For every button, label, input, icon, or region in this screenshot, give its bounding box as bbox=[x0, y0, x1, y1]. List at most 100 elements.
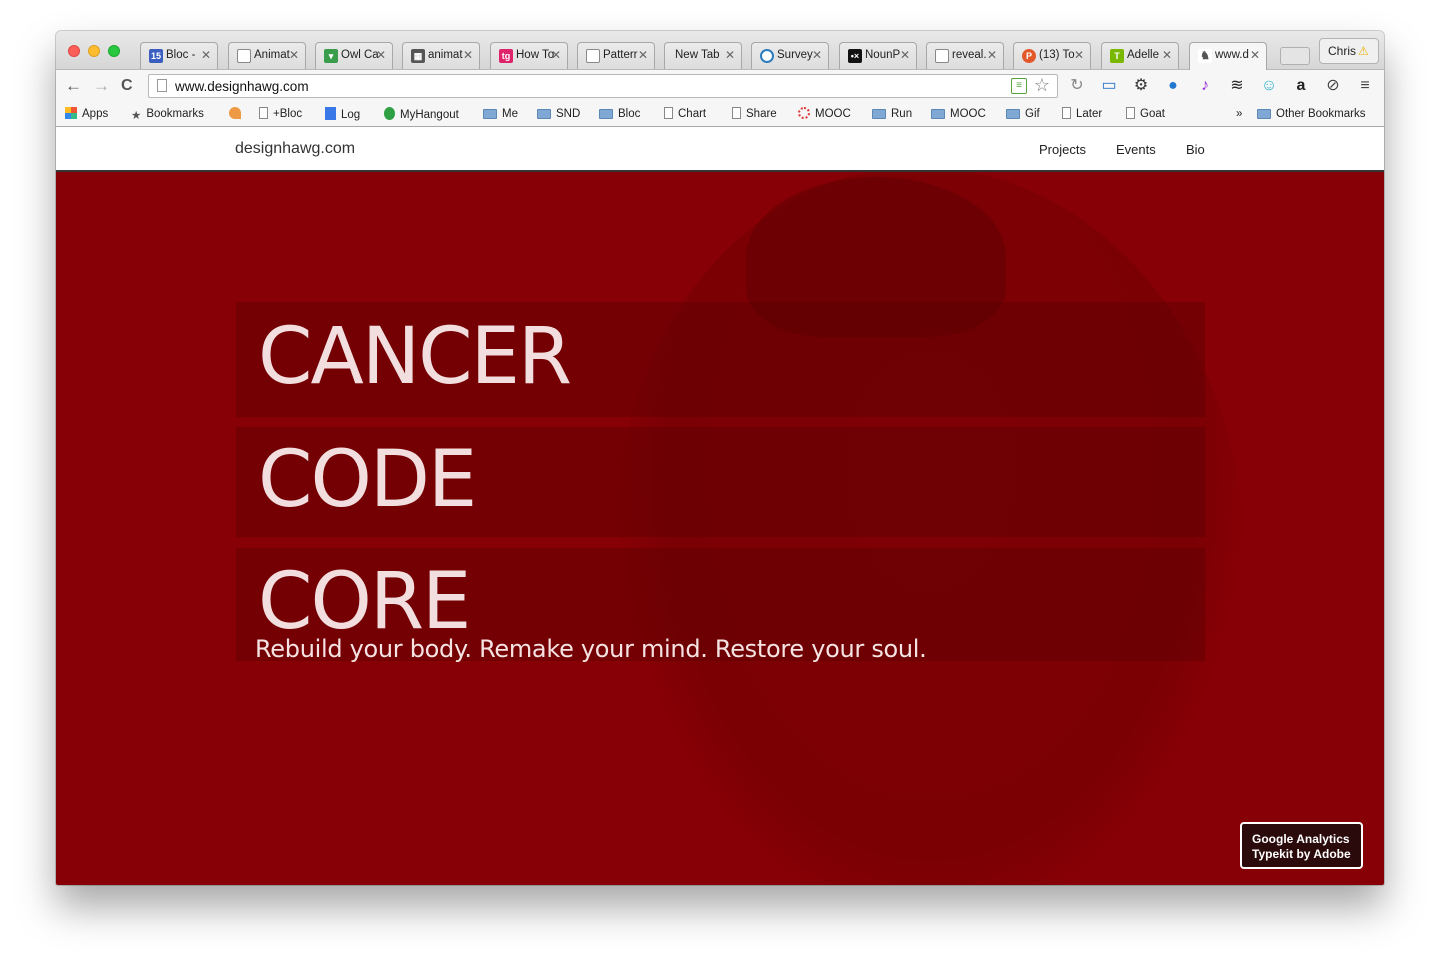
extension-gear-icon[interactable]: ⚙ bbox=[1131, 76, 1151, 96]
rss-icon[interactable]: ≡ bbox=[1011, 78, 1027, 94]
bookmark-label: Bloc bbox=[618, 108, 641, 120]
tab-animat[interactable]: Animat ✕ bbox=[228, 42, 306, 69]
bookmark-folder-mooc[interactable]: MOOC bbox=[931, 107, 986, 122]
tab-noun-project[interactable]: •× NounP ✕ bbox=[839, 42, 917, 69]
headline-cancer: CANCER bbox=[258, 312, 572, 402]
bookmark-hangouts[interactable] bbox=[229, 107, 246, 122]
bookmark-other-bookmarks[interactable]: Other Bookmarks bbox=[1257, 107, 1365, 122]
extension-globe-icon[interactable]: ● bbox=[1163, 76, 1183, 96]
bookmark-folder-run[interactable]: Run bbox=[872, 107, 912, 122]
close-tab-icon[interactable]: ✕ bbox=[987, 48, 997, 62]
extension-ghostery-icon[interactable]: ☺ bbox=[1259, 76, 1279, 96]
tab-adelle[interactable]: T Adelle ✕ bbox=[1101, 42, 1179, 69]
bookmark-share[interactable]: Share bbox=[732, 107, 777, 122]
menu-icon[interactable]: ≡ bbox=[1355, 76, 1375, 96]
tab-survey[interactable]: Survey ✕ bbox=[751, 42, 829, 69]
tab-reveal[interactable]: reveal. ✕ bbox=[926, 42, 1004, 69]
bookmark-bookmarks[interactable]: ★ Bookmarks bbox=[131, 107, 204, 124]
tab-designhawg[interactable]: ♞ www.d ✕ bbox=[1189, 42, 1267, 70]
web-page: designhawg.com Projects Events Bio CANCE… bbox=[56, 127, 1384, 885]
nav-bio-link[interactable]: Bio bbox=[1186, 142, 1205, 157]
bookmark-mooc-site[interactable]: MOOC bbox=[798, 107, 851, 122]
close-tab-icon[interactable]: ✕ bbox=[812, 48, 822, 62]
bookmarks-overflow-chevron[interactable]: » bbox=[1236, 107, 1242, 122]
bookmark-folder-snd[interactable]: SND bbox=[537, 107, 580, 122]
tab-owl-carousel[interactable]: ▾ Owl Ca ✕ bbox=[315, 42, 393, 69]
credit-typekit: Typekit by Adobe bbox=[1252, 847, 1351, 861]
tab-label: How To bbox=[516, 49, 554, 61]
forward-button[interactable]: → bbox=[93, 75, 110, 97]
bookmark-myhangout[interactable]: MyHangout bbox=[384, 107, 459, 123]
credits-badge[interactable]: Google Analytics Typekit by Adobe bbox=[1240, 822, 1363, 869]
close-tab-icon[interactable]: ✕ bbox=[201, 48, 211, 62]
bookmark-folder-gif[interactable]: Gif bbox=[1006, 107, 1040, 122]
close-tab-icon[interactable]: ✕ bbox=[638, 48, 648, 62]
new-tab-button[interactable] bbox=[1280, 47, 1310, 65]
extension-compass-icon[interactable]: ⊘ bbox=[1323, 76, 1343, 96]
bookmark-apps[interactable]: Apps bbox=[65, 107, 108, 122]
tab-patterns[interactable]: Patterr ✕ bbox=[577, 42, 655, 69]
nav-projects-link[interactable]: Projects bbox=[1039, 142, 1086, 157]
back-button[interactable]: ← bbox=[65, 75, 82, 97]
profile-name: Chris bbox=[1328, 44, 1357, 58]
close-tab-icon[interactable]: ✕ bbox=[1162, 48, 1172, 62]
tab-how-to[interactable]: tg How To ✕ bbox=[490, 42, 568, 69]
bookmark-goat[interactable]: Goat bbox=[1126, 107, 1165, 122]
bookmark-folder-bloc[interactable]: Bloc bbox=[599, 107, 640, 122]
close-tab-icon[interactable]: ✕ bbox=[463, 48, 473, 62]
close-tab-icon[interactable]: ✕ bbox=[376, 48, 386, 62]
close-tab-icon[interactable]: ✕ bbox=[551, 48, 561, 62]
bookmark-star-icon[interactable]: ☆ bbox=[1034, 75, 1050, 96]
reload-button[interactable]: C bbox=[121, 75, 133, 97]
folder-icon bbox=[483, 109, 497, 119]
page-icon bbox=[1062, 107, 1071, 119]
tab-label: reveal. bbox=[952, 49, 987, 61]
bookmark-folder-me[interactable]: Me bbox=[483, 107, 518, 122]
extension-sync-icon[interactable]: ↻ bbox=[1067, 76, 1087, 96]
bookmark-log[interactable]: Log bbox=[325, 107, 360, 123]
folder-icon bbox=[1006, 109, 1020, 119]
tab-label: (13) To bbox=[1039, 49, 1075, 61]
extension-amazon-icon[interactable]: a bbox=[1291, 76, 1311, 96]
headline-core: CORE bbox=[258, 557, 471, 647]
minimize-window-button[interactable] bbox=[88, 45, 100, 57]
page-icon bbox=[732, 107, 741, 119]
tab-bloc[interactable]: 15 Bloc - ✕ bbox=[140, 42, 218, 69]
tab-animat-film[interactable]: ▦ animat ✕ bbox=[402, 42, 480, 69]
site-brand-link[interactable]: designhawg.com bbox=[235, 140, 355, 158]
close-window-button[interactable] bbox=[68, 45, 80, 57]
tab-label: Patterr bbox=[603, 49, 638, 61]
tab-new-tab[interactable]: New Tab ✕ bbox=[664, 42, 742, 69]
nav-events-link[interactable]: Events bbox=[1116, 142, 1156, 157]
extension-buffer-icon[interactable]: ≋ bbox=[1227, 76, 1247, 96]
extension-screen-icon[interactable]: ▭ bbox=[1099, 76, 1119, 96]
p-icon: P bbox=[1022, 49, 1036, 63]
extension-music-icon[interactable]: ♪ bbox=[1195, 76, 1215, 96]
bookmark-label: MOOC bbox=[815, 108, 851, 120]
close-tab-icon[interactable]: ✕ bbox=[289, 48, 299, 62]
headline-code: CODE bbox=[258, 435, 477, 525]
docs-icon bbox=[325, 107, 336, 120]
close-tab-icon[interactable]: ✕ bbox=[725, 48, 735, 62]
address-bar[interactable]: www.designhawg.com ≡ ☆ bbox=[148, 74, 1058, 98]
maximize-window-button[interactable] bbox=[108, 45, 120, 57]
tab-label: New Tab bbox=[675, 49, 720, 61]
close-tab-icon[interactable]: ✕ bbox=[1074, 48, 1084, 62]
bookmark-label: Goat bbox=[1140, 108, 1165, 120]
tab-label: Bloc - bbox=[166, 49, 196, 61]
bookmark-plus-bloc[interactable]: +Bloc bbox=[259, 107, 302, 122]
close-tab-icon[interactable]: ✕ bbox=[1250, 48, 1260, 62]
bookmark-label: Chart bbox=[678, 108, 707, 120]
close-tab-icon[interactable]: ✕ bbox=[900, 48, 910, 62]
bookmark-later[interactable]: Later bbox=[1062, 107, 1102, 122]
bookmark-label: Run bbox=[891, 108, 913, 120]
profile-button[interactable]: Chris ⚠ bbox=[1319, 38, 1379, 64]
mooc-circle-icon bbox=[798, 107, 810, 119]
tab-todo[interactable]: P (13) To ✕ bbox=[1013, 42, 1091, 69]
browser-toolbar: ← → C www.designhawg.com ≡ ☆ ↻ ▭ ⚙ ● ♪ ≋… bbox=[56, 69, 1384, 104]
film-icon: ▦ bbox=[411, 49, 425, 63]
credit-google-analytics: Google Analytics bbox=[1252, 832, 1350, 846]
page-icon bbox=[664, 107, 673, 119]
bookmark-chart[interactable]: Chart bbox=[664, 107, 706, 122]
url-text[interactable]: www.designhawg.com bbox=[175, 79, 309, 94]
